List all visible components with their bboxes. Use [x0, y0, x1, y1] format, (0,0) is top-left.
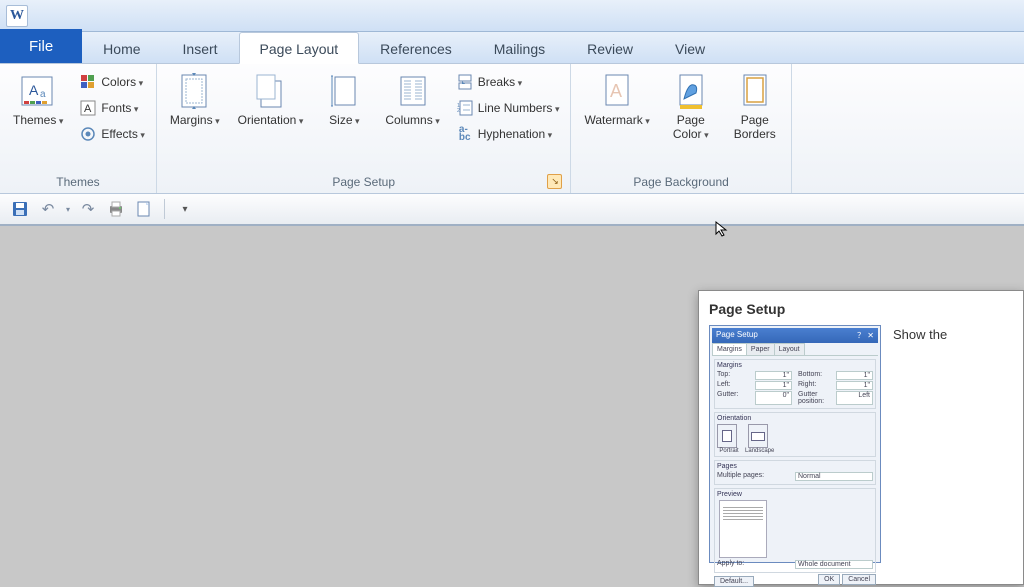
word-window: W File Home Insert Page Layout Reference… [0, 0, 1024, 585]
orientation-icon [252, 71, 288, 111]
svg-text:A: A [29, 82, 39, 98]
watermark-icon: A [599, 71, 635, 111]
page-borders-button[interactable]: Page Borders [725, 68, 785, 144]
fonts-label: Fonts [101, 101, 138, 115]
themes-label: Themes [13, 113, 63, 128]
tab-page-layout[interactable]: Page Layout [239, 32, 360, 64]
qat-customize-icon[interactable]: ▾ [175, 199, 195, 219]
group-themes: Aa Themes Colors A Fonts Effects [0, 64, 157, 193]
title-bar: W [0, 0, 1024, 32]
group-page-background-label: Page Background [577, 172, 784, 193]
tooltip-text: Show the [893, 325, 947, 563]
print-icon[interactable] [106, 199, 126, 219]
line-numbers-button[interactable]: 12 Line Numbers [451, 96, 565, 120]
page-borders-label: Page Borders [734, 113, 776, 141]
colors-button[interactable]: Colors [74, 70, 150, 94]
group-page-background: A Watermark Page Color Page Borders Page… [571, 64, 791, 193]
size-label: Size [329, 113, 359, 128]
page-color-button[interactable]: Page Color [661, 68, 721, 145]
hyphenation-label: Hyphenation [478, 127, 552, 141]
group-page-setup-label: Page Setup ↘ [163, 172, 565, 193]
group-themes-label: Themes [6, 172, 150, 193]
page-setup-tooltip: Page Setup Page Setup？ ✕ Margins Paper L… [698, 290, 1024, 585]
page-borders-icon [737, 71, 773, 111]
orientation-label: Orientation [238, 113, 304, 128]
page-color-label: Page Color [673, 113, 709, 142]
tab-references[interactable]: References [359, 32, 473, 63]
effects-icon [79, 125, 97, 143]
watermark-label: Watermark [584, 113, 649, 128]
tab-mailings[interactable]: Mailings [473, 32, 566, 63]
tab-view[interactable]: View [654, 32, 726, 63]
effects-button[interactable]: Effects [74, 122, 150, 146]
save-icon[interactable] [10, 199, 30, 219]
margins-icon [177, 71, 213, 111]
ribbon-tabs: File Home Insert Page Layout References … [0, 32, 1024, 64]
tooltip-dialog-thumbnail: Page Setup？ ✕ Margins Paper Layout Margi… [709, 325, 881, 563]
hyphenation-button[interactable]: a-bc Hyphenation [451, 122, 565, 146]
group-page-setup: Margins Orientation Size Columns [157, 64, 572, 193]
word-app-icon: W [6, 5, 28, 27]
columns-button[interactable]: Columns [378, 68, 446, 131]
breaks-label: Breaks [478, 75, 522, 89]
hyphenation-icon: a-bc [456, 125, 474, 143]
page-color-icon [673, 71, 709, 111]
effects-label: Effects [101, 127, 145, 141]
breaks-button[interactable]: Breaks [451, 70, 565, 94]
new-doc-icon[interactable] [134, 199, 154, 219]
svg-text:A: A [610, 81, 622, 101]
page-setup-dialog-launcher[interactable]: ↘ [547, 174, 562, 189]
orientation-button[interactable]: Orientation [231, 68, 311, 131]
svg-text:2: 2 [457, 108, 460, 114]
document-area: Page Setup Page Setup？ ✕ Margins Paper L… [0, 226, 1024, 585]
size-icon [326, 71, 362, 111]
tab-file[interactable]: File [0, 29, 82, 63]
colors-label: Colors [101, 75, 143, 89]
margins-button[interactable]: Margins [163, 68, 227, 131]
qat-separator [164, 199, 165, 219]
tab-review[interactable]: Review [566, 32, 654, 63]
quick-access-toolbar: ↶ ▾ ↷ ▾ [0, 194, 1024, 226]
undo-icon[interactable]: ↶ [38, 199, 58, 219]
line-numbers-icon: 12 [456, 99, 474, 117]
ribbon: Aa Themes Colors A Fonts Effects [0, 64, 1024, 194]
tab-insert[interactable]: Insert [162, 32, 239, 63]
themes-icon: Aa [20, 71, 56, 111]
themes-button[interactable]: Aa Themes [6, 68, 70, 131]
fonts-icon: A [79, 99, 97, 117]
tooltip-title: Page Setup [709, 301, 1013, 317]
line-numbers-label: Line Numbers [478, 101, 560, 115]
svg-text:a: a [40, 89, 46, 100]
svg-text:A: A [84, 103, 92, 115]
cursor-icon [714, 220, 732, 238]
columns-icon [395, 71, 431, 111]
tab-home[interactable]: Home [82, 32, 161, 63]
margins-label: Margins [170, 113, 220, 128]
fonts-button[interactable]: A Fonts [74, 96, 150, 120]
watermark-button[interactable]: A Watermark [577, 68, 656, 131]
breaks-icon [456, 73, 474, 91]
size-button[interactable]: Size [314, 68, 374, 131]
colors-icon [79, 73, 97, 91]
redo-icon[interactable]: ↷ [78, 199, 98, 219]
columns-label: Columns [385, 113, 439, 128]
